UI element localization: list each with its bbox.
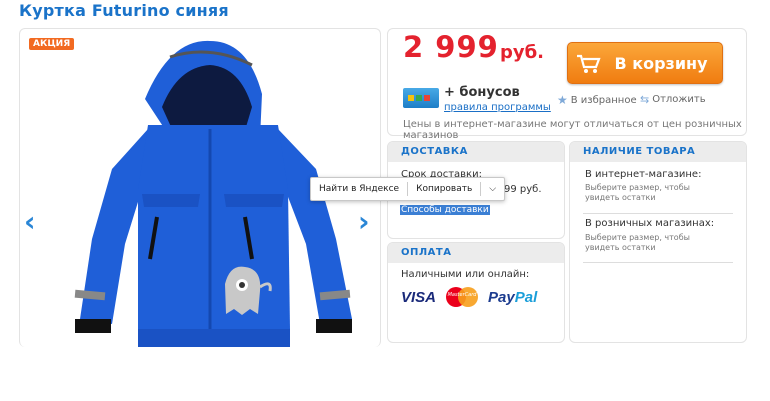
delivery-header: ДОСТАВКА (388, 142, 564, 162)
paypal-text-b: Pal (514, 288, 538, 306)
bonus-text: + бонусов (444, 85, 520, 100)
product-title: Куртка Futurino синяя (19, 1, 229, 20)
context-menu: Найти в Яндексе Копировать ⌵ (310, 177, 506, 201)
defer-icon: ⇆ (640, 93, 650, 106)
payment-logos: VISA MasterCard PayPal (401, 287, 537, 307)
copy-item[interactable]: Копировать (408, 178, 480, 200)
visa-logo: VISA (401, 288, 437, 306)
delivery-price: 99 руб. (504, 184, 542, 195)
bonus-card-icon (403, 88, 439, 108)
stock-online-hint: Выберите размер, чтобы увидеть остатки (585, 183, 690, 202)
mastercard-logo: MasterCard (444, 287, 480, 307)
payment-label: Наличными или онлайн: (401, 269, 530, 280)
chevron-left-icon[interactable]: ‹ (24, 205, 36, 238)
chevron-right-icon[interactable]: › (358, 205, 370, 238)
stock-retail-hint: Выберите размер, чтобы увидеть остатки (585, 233, 690, 252)
cart-icon (568, 52, 608, 74)
defer-button[interactable]: ⇆ Отложить (640, 93, 706, 106)
delivery-methods-link[interactable]: Способы доставки (400, 205, 490, 215)
chevron-down-icon[interactable]: ⌵ (481, 178, 504, 200)
sale-badge: АКЦИЯ (29, 38, 75, 50)
stock-online-label: В интернет-магазине: (585, 169, 702, 180)
mastercard-text: MasterCard (447, 292, 477, 298)
payment-header: ОПЛАТА (388, 243, 564, 263)
defer-label: Отложить (652, 94, 706, 105)
star-icon: ★ (557, 93, 568, 107)
paypal-text-a: Pay (488, 288, 515, 306)
divider (583, 213, 733, 214)
bonus-rules-link[interactable]: правила программы (444, 102, 551, 113)
favorites-label: В избранное (570, 94, 637, 106)
add-to-favorites-button[interactable]: ★ В избранное (557, 93, 637, 107)
add-to-cart-label: В корзину (614, 53, 708, 73)
stock-retail-label: В розничных магазинах: (585, 218, 715, 229)
stock-panel: НАЛИЧИЕ ТОВАРА В интернет-магазине: Выбе… (569, 141, 747, 343)
paypal-logo: PayPal (488, 289, 537, 306)
find-in-yandex-item[interactable]: Найти в Яндексе (311, 178, 407, 200)
divider (583, 262, 733, 263)
price-currency: руб. (500, 42, 545, 63)
stock-header: НАЛИЧИЕ ТОВАРА (570, 142, 746, 162)
add-to-cart-button[interactable]: В корзину (567, 42, 723, 84)
price-amount: 2 999 (403, 30, 499, 64)
price-disclaimer: Цены в интернет-магазине могут отличатьс… (403, 119, 742, 141)
